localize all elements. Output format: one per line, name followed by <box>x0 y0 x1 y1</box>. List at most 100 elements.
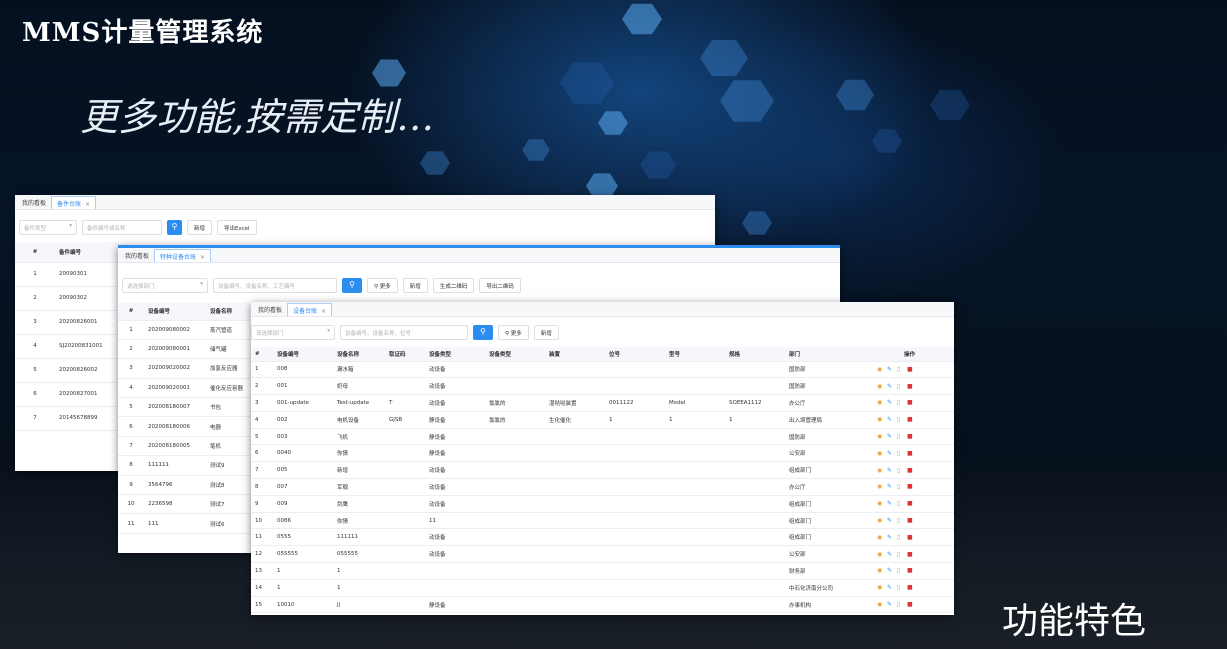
table-row[interactable]: 7 202008180005 笔机 <box>118 436 250 457</box>
table-row[interactable]: 15 10010 jj 静设备 办事机构 ◉ ✎ ▯ ■ <box>251 596 954 614</box>
view-icon[interactable]: ◉ <box>877 450 884 457</box>
copy-icon[interactable]: ▯ <box>897 551 904 558</box>
edit-icon[interactable]: ✎ <box>887 467 894 474</box>
tab-equipment[interactable]: 设备台账 × <box>287 303 333 316</box>
delete-icon[interactable]: ■ <box>907 517 914 524</box>
add-button[interactable]: 新增 <box>533 324 559 340</box>
table-row[interactable]: 13 1 1 财务部 ◉ ✎ ▯ ■ <box>251 562 954 580</box>
table-row[interactable]: 6 20200827001 <box>15 382 119 407</box>
tab-dashboard[interactable]: 我的看板 <box>120 249 154 262</box>
add-button[interactable]: 新增 <box>187 219 213 235</box>
tab-dashboard[interactable]: 我的看板 <box>17 196 51 209</box>
search-button[interactable]: ⚲ <box>342 277 362 293</box>
edit-icon[interactable]: ✎ <box>887 483 894 490</box>
type-select[interactable]: 备件类型 <box>19 219 77 235</box>
search-button[interactable]: ⚲ <box>167 219 182 235</box>
delete-icon[interactable]: ■ <box>907 567 914 574</box>
delete-icon[interactable]: ■ <box>907 433 914 440</box>
copy-icon[interactable]: ▯ <box>897 467 904 474</box>
view-icon[interactable]: ◉ <box>877 500 884 507</box>
view-icon[interactable]: ◉ <box>877 584 884 591</box>
department-select[interactable]: 请选择部门 <box>122 277 208 293</box>
view-icon[interactable]: ◉ <box>877 366 884 373</box>
delete-icon[interactable]: ■ <box>907 500 914 507</box>
copy-icon[interactable]: ▯ <box>897 584 904 591</box>
view-icon[interactable]: ◉ <box>877 383 884 390</box>
copy-icon[interactable]: ▯ <box>897 517 904 524</box>
table-row[interactable]: 4 202009020001 催化反应容器 <box>118 378 250 399</box>
table-row[interactable]: 5 20200826002 <box>15 358 119 383</box>
copy-icon[interactable]: ▯ <box>897 534 904 541</box>
table-row[interactable]: 7 005 新增 动设备 组成部门 ◉ ✎ ▯ ■ <box>251 461 954 480</box>
table-row[interactable]: 5 202008180007 书包 <box>118 397 250 418</box>
edit-icon[interactable]: ✎ <box>887 567 894 574</box>
table-row[interactable]: 9 009 剑鹰 动设备 组成部门 ◉ ✎ ▯ ■ <box>251 495 954 513</box>
table-row[interactable]: 3 001-update Test-update T 动设备 氯氯的 湿哒哒装置 001112… <box>251 394 954 412</box>
table-row[interactable]: 1 008 漏水箱 动设备 国防部 ◉ ✎ ▯ ■ <box>251 361 954 379</box>
edit-icon[interactable]: ✎ <box>887 551 894 558</box>
table-row[interactable]: 6 202008180006 电器 <box>118 416 250 437</box>
table-row[interactable]: 9 3564796 测试8 <box>118 475 250 496</box>
delete-icon[interactable]: ■ <box>907 450 914 457</box>
view-icon[interactable]: ◉ <box>877 483 884 490</box>
search-input[interactable]: 设备编号、设备名称、工艺编号 <box>213 277 337 293</box>
view-icon[interactable]: ◉ <box>877 416 884 423</box>
table-row[interactable]: 12 055555 055555 动设备 公安部 ◉ ✎ ▯ ■ <box>251 545 954 564</box>
edit-icon[interactable]: ✎ <box>887 584 894 591</box>
copy-icon[interactable]: ▯ <box>897 366 904 373</box>
table-row[interactable]: 4 002 电机设备 GJSB 静设备 氯氯的 生化催化 1 1 1 出入境管理局 ◉ ✎ ▯ ■ <box>251 411 954 429</box>
edit-icon[interactable]: ✎ <box>887 433 894 440</box>
table-row[interactable]: 1 20090301 <box>15 262 119 287</box>
export-excel-button[interactable]: 导出Excel <box>217 219 257 235</box>
delete-icon[interactable]: ■ <box>907 416 914 423</box>
edit-icon[interactable]: ✎ <box>887 601 894 608</box>
view-icon[interactable]: ◉ <box>877 601 884 608</box>
table-row[interactable]: 2 20090302 <box>15 286 119 311</box>
table-row[interactable]: 3 20200826001 <box>15 310 119 335</box>
view-icon[interactable]: ◉ <box>877 467 884 474</box>
table-row[interactable]: 10 2236598 测试7 <box>118 494 250 515</box>
edit-icon[interactable]: ✎ <box>887 416 894 423</box>
search-input[interactable]: 备件编号或名称 <box>82 219 162 235</box>
table-row[interactable]: 8 007 军舰 动设备 办公厅 ◉ ✎ ▯ ■ <box>251 478 954 496</box>
copy-icon[interactable]: ▯ <box>897 500 904 507</box>
table-row[interactable]: 1 202009080002 蒸汽管道 <box>118 320 250 340</box>
close-icon[interactable]: × <box>321 308 326 315</box>
copy-icon[interactable]: ▯ <box>897 601 904 608</box>
table-row[interactable]: 11 111 测试6 <box>118 513 250 534</box>
delete-icon[interactable]: ■ <box>907 383 914 390</box>
table-row[interactable]: 4 SJ20200831001 <box>15 334 119 359</box>
edit-icon[interactable]: ✎ <box>887 383 894 390</box>
generate-qrcode-button[interactable]: 生成二维码 <box>432 277 475 293</box>
tab-special-equipment[interactable]: 特种设备台账 × <box>154 249 212 262</box>
add-button[interactable]: 新增 <box>402 277 428 293</box>
search-button[interactable]: ⚲ <box>473 324 493 340</box>
delete-icon[interactable]: ■ <box>907 467 914 474</box>
table-row[interactable]: 7 20145678899 <box>15 406 119 431</box>
close-icon[interactable]: × <box>85 201 90 208</box>
more-button[interactable]: ⚲ 更多 <box>498 324 529 340</box>
delete-icon[interactable]: ■ <box>907 366 914 373</box>
table-row[interactable]: 5 003 飞机 静设备 国防部 ◉ ✎ ▯ ■ <box>251 428 954 446</box>
delete-icon[interactable]: ■ <box>907 483 914 490</box>
department-select[interactable]: 请选择部门 <box>251 324 335 340</box>
delete-icon[interactable]: ■ <box>907 601 914 608</box>
copy-icon[interactable]: ▯ <box>897 567 904 574</box>
edit-icon[interactable]: ✎ <box>887 399 894 406</box>
copy-icon[interactable]: ▯ <box>897 433 904 440</box>
edit-icon[interactable]: ✎ <box>887 450 894 457</box>
view-icon[interactable]: ◉ <box>877 551 884 558</box>
view-icon[interactable]: ◉ <box>877 567 884 574</box>
view-icon[interactable]: ◉ <box>877 433 884 440</box>
edit-icon[interactable]: ✎ <box>887 366 894 373</box>
table-row[interactable]: 14 1 1 中石化济南分公司 ◉ ✎ ▯ ■ <box>251 579 954 597</box>
copy-icon[interactable]: ▯ <box>897 383 904 390</box>
copy-icon[interactable]: ▯ <box>897 399 904 406</box>
table-row[interactable]: 11 0555 111111 动设备 组成部门 ◉ ✎ ▯ ■ <box>251 528 954 547</box>
table-row[interactable]: 6 0040 你猜 静设备 公安部 ◉ ✎ ▯ ■ <box>251 444 954 463</box>
table-row[interactable]: 2 001 奶母 动设备 国防部 ◉ ✎ ▯ ■ <box>251 377 954 396</box>
table-row[interactable]: 10 0086 你猜 11 组成部门 ◉ ✎ ▯ ■ <box>251 512 954 530</box>
view-icon[interactable]: ◉ <box>877 399 884 406</box>
copy-icon[interactable]: ▯ <box>897 416 904 423</box>
table-row[interactable]: 2 202009080001 储气罐 <box>118 339 250 360</box>
